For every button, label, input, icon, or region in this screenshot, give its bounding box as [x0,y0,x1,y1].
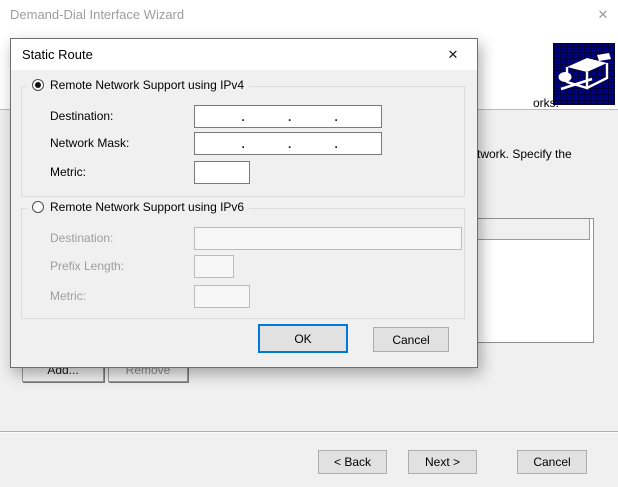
back-button[interactable]: < Back [318,450,387,474]
ipv4-radio-row[interactable]: Remote Network Support using IPv4 [27,78,250,92]
window-title: Demand-Dial Interface Wizard [10,7,185,22]
ipv6-radio-label: Remote Network Support using IPv6 [50,200,245,214]
ipv6-metric-input [194,285,250,308]
wizard-cancel-button[interactable]: Cancel [517,450,587,474]
ipv6-group: Remote Network Support using IPv6 Destin… [21,200,465,319]
ipv6-radio-button[interactable] [32,201,44,213]
ip-dot: . [334,137,338,151]
ip-dot: . [288,110,292,124]
ip-dot: . [241,137,245,151]
prefix-length-input [194,255,234,278]
ipv6-metric-label: Metric: [50,289,86,303]
dialog-title: Static Route [22,47,93,62]
footer-separator [0,431,618,433]
window-titlebar: Demand-Dial Interface Wizard [0,0,618,30]
ipv6-destination-input [194,227,462,250]
ip-dot: . [334,110,338,124]
ipv6-destination-label: Destination: [50,231,114,245]
dialog-cancel-button[interactable]: Cancel [373,327,449,352]
destination-ip-input[interactable]: . . . [194,105,382,128]
dialog-titlebar: Static Route [11,39,477,70]
network-mask-label: Network Mask: [50,136,130,150]
next-button[interactable]: Next > [408,450,477,474]
metric-input[interactable] [194,161,250,184]
wizard-body-text-fragment: twork. Specify the [477,147,572,161]
prefix-length-label: Prefix Length: [50,259,125,273]
ipv4-radio-label: Remote Network Support using IPv4 [50,78,245,92]
dialog-close-icon[interactable]: ✕ [432,39,474,70]
window-close-icon[interactable]: ✕ [588,0,618,30]
ip-dot: . [288,137,292,151]
network-mask-ip-input[interactable]: . . . [194,132,382,155]
metric-label: Metric: [50,165,86,179]
ipv4-group: Remote Network Support using IPv4 Destin… [21,78,465,197]
network-device-icon [553,43,615,105]
ok-button[interactable]: OK [258,324,348,353]
ipv4-radio-button[interactable] [32,79,44,91]
ipv6-radio-row[interactable]: Remote Network Support using IPv6 [27,200,250,214]
static-route-dialog: Static Route ✕ Remote Network Support us… [10,38,478,368]
ip-dot: . [241,110,245,124]
demand-dial-wizard-window: Demand-Dial Interface Wizard ✕ orks. two… [0,0,618,487]
destination-label: Destination: [50,109,114,123]
